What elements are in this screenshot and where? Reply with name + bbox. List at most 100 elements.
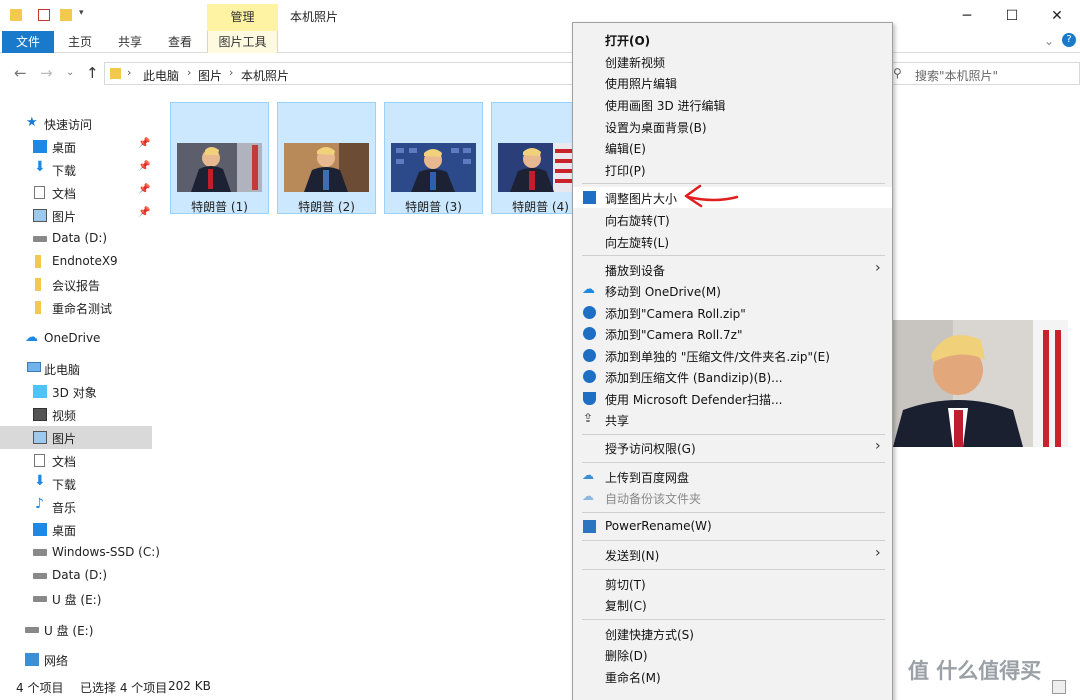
nav-quick-endnote[interactable]: EndnoteX9 — [0, 250, 152, 273]
recent-locations-chevron-icon[interactable]: ⌄ — [66, 67, 74, 78]
nav-quick-access[interactable]: ★ 快速访问 — [0, 112, 152, 135]
nav-label: 桌面 — [52, 524, 77, 538]
nav-pc-3d-objects[interactable]: 3D 对象 — [0, 380, 152, 403]
menu-item-add-7z[interactable]: 添加到"Camera Roll.7z" — [573, 323, 892, 344]
nav-pc-windows-ssd[interactable]: Windows-SSD (C:) — [0, 541, 160, 564]
breadcrumb-this-pc[interactable]: 此电脑 — [143, 67, 179, 84]
menu-item-rotate-right[interactable]: 向右旋转(T) — [573, 209, 892, 230]
selection-size: 202 KB — [168, 679, 211, 693]
up-arrow-icon[interactable]: ↑ — [86, 64, 99, 82]
menu-item-create-video[interactable]: 创建新视频 — [573, 51, 892, 72]
menu-item-set-wallpaper[interactable]: 设置为桌面背景(B) — [573, 116, 892, 137]
menu-item-copy[interactable]: 复制(C) — [573, 594, 892, 615]
breadcrumb-local-photos[interactable]: 本机照片 — [241, 67, 289, 84]
expand-ribbon-chevron-icon[interactable]: ⌄ — [1044, 34, 1054, 48]
drive-icon — [33, 573, 47, 579]
menu-item-grant-access[interactable]: 授予访问权限(G) › — [573, 437, 892, 458]
folder-icon[interactable] — [10, 9, 22, 21]
resize-image-icon — [583, 191, 596, 204]
menu-item-open[interactable]: 打开(O) — [573, 29, 892, 50]
tab-manage-context[interactable]: 管理 — [207, 4, 278, 31]
nav-pc-videos[interactable]: 视频 — [0, 403, 152, 426]
nav-quick-desktop[interactable]: 桌面 📌 — [0, 135, 152, 158]
menu-item-move-onedrive[interactable]: ☁ 移动到 OneDrive(M) — [573, 280, 892, 301]
nav-quick-documents[interactable]: 文档 📌 — [0, 181, 152, 204]
menu-item-paint3d[interactable]: 使用画图 3D 进行编辑 — [573, 94, 892, 115]
nav-pc-pictures[interactable]: 图片 — [0, 426, 152, 449]
nav-pc-desktop[interactable]: 桌面 — [0, 518, 152, 541]
menu-item-rotate-left[interactable]: 向左旋转(L) — [573, 231, 892, 252]
nav-quick-pictures[interactable]: 图片 📌 — [0, 204, 152, 227]
menu-item-cut[interactable]: 剪切(T) — [573, 573, 892, 594]
file-tile[interactable]: 特朗普 (3) — [384, 102, 483, 214]
title-bar: ▾ 管理 本机照片 ─ ☐ ✕ — [0, 0, 1080, 31]
back-arrow-icon[interactable]: ← — [14, 64, 27, 82]
nav-label: 音乐 — [52, 501, 77, 515]
nav-pc-documents[interactable]: 文档 — [0, 449, 152, 472]
menu-item-defender-scan[interactable]: 使用 Microsoft Defender扫描... — [573, 388, 892, 409]
3d-objects-icon — [33, 385, 47, 398]
nav-pc-usb-e[interactable]: U 盘 (E:) — [0, 587, 152, 610]
watermark-logo: 值 什么值得买 — [908, 659, 1042, 683]
nav-quick-downloads[interactable]: ⬇ 下载 📌 — [0, 158, 152, 181]
menu-item-print[interactable]: 打印(P) — [573, 159, 892, 180]
menu-separator — [582, 569, 885, 570]
pictures-icon — [33, 209, 47, 222]
nav-quick-data-d[interactable]: Data (D:) — [0, 227, 152, 250]
menu-item-add-bandizip[interactable]: 添加到压缩文件 (Bandizip)(B)... — [573, 366, 892, 387]
menu-item-delete[interactable]: 删除(D) — [573, 644, 892, 665]
forward-arrow-icon[interactable]: → — [40, 64, 53, 82]
folder-icon — [110, 68, 121, 79]
menu-item-powerrename[interactable]: PowerRename(W) — [573, 516, 892, 537]
tab-view[interactable]: 查看 — [157, 31, 203, 53]
menu-item-create-shortcut[interactable]: 创建快捷方式(S) — [573, 623, 892, 644]
menu-item-cast-to-device[interactable]: 播放到设备 › — [573, 259, 892, 280]
menu-item-send-to[interactable]: 发送到(N) › — [573, 544, 892, 565]
nav-onedrive[interactable]: ☁ OneDrive — [0, 327, 152, 350]
details-view-icon[interactable] — [1052, 680, 1066, 694]
menu-separator — [582, 619, 885, 620]
nav-network[interactable]: 网络 — [0, 648, 152, 671]
customize-toolbar-chevron-icon[interactable]: ▾ — [79, 8, 84, 18]
tab-share[interactable]: 共享 — [107, 31, 153, 53]
menu-item-baidu-upload[interactable]: ☁ 上传到百度网盘 — [573, 466, 892, 487]
nav-quick-meeting[interactable]: 会议报告 — [0, 273, 152, 296]
file-tile[interactable]: 特朗普 (1) — [170, 102, 269, 214]
file-explorer-window: ▾ 管理 本机照片 ─ ☐ ✕ 文件 主页 共享 查看 图片工具 ⌄ ? ← →… — [0, 0, 1080, 700]
tab-home[interactable]: 主页 — [57, 31, 103, 53]
menu-item-rename[interactable]: 重命名(M) — [573, 666, 892, 687]
baidu-cloud-icon: ☁ — [582, 489, 594, 503]
menu-item-add-zip[interactable]: 添加到"Camera Roll.zip" — [573, 302, 892, 323]
defender-shield-icon — [583, 392, 596, 405]
nav-usb-e[interactable]: U 盘 (E:) — [0, 618, 152, 641]
onedrive-cloud-icon: ☁ — [25, 330, 38, 345]
menu-item-auto-backup[interactable]: ☁ 自动备份该文件夹 — [573, 487, 892, 508]
menu-item-edit[interactable]: 编辑(E) — [573, 137, 892, 158]
image-thumbnail — [391, 143, 476, 192]
close-button[interactable]: ✕ — [1034, 4, 1080, 28]
properties-icon[interactable] — [38, 9, 50, 21]
search-icon: ⚲ — [893, 66, 902, 80]
tab-file[interactable]: 文件 — [2, 31, 54, 53]
menu-item-edit-photos[interactable]: 使用照片编辑 — [573, 72, 892, 93]
menu-separator — [582, 462, 885, 463]
document-icon — [34, 454, 45, 467]
file-tile[interactable]: 特朗普 (2) — [277, 102, 376, 214]
new-folder-icon[interactable] — [60, 9, 72, 21]
nav-this-pc[interactable]: 此电脑 — [0, 357, 152, 380]
nav-quick-rename-test[interactable]: 重命名测试 — [0, 296, 152, 319]
nav-pc-data-d[interactable]: Data (D:) — [0, 564, 152, 587]
help-icon[interactable]: ? — [1062, 33, 1076, 47]
nav-pc-downloads[interactable]: ⬇ 下载 — [0, 472, 152, 495]
menu-item-add-separate-zip[interactable]: 添加到单独的 "压缩文件/文件夹名.zip"(E) — [573, 345, 892, 366]
nav-pc-music[interactable]: ♪ 音乐 — [0, 495, 152, 518]
menu-item-share[interactable]: ⇪ 共享 — [573, 409, 892, 430]
breadcrumb-pictures[interactable]: 图片 — [198, 67, 222, 84]
search-box[interactable]: ⚲ 搜索"本机照片" — [884, 62, 1080, 85]
pin-icon: 📌 — [138, 161, 151, 172]
maximize-button[interactable]: ☐ — [989, 4, 1035, 28]
minimize-button[interactable]: ─ — [944, 4, 990, 28]
nav-label: Data (D:) — [52, 568, 108, 582]
onedrive-icon: ☁ — [582, 282, 595, 297]
tab-picture-tools[interactable]: 图片工具 — [207, 31, 278, 53]
